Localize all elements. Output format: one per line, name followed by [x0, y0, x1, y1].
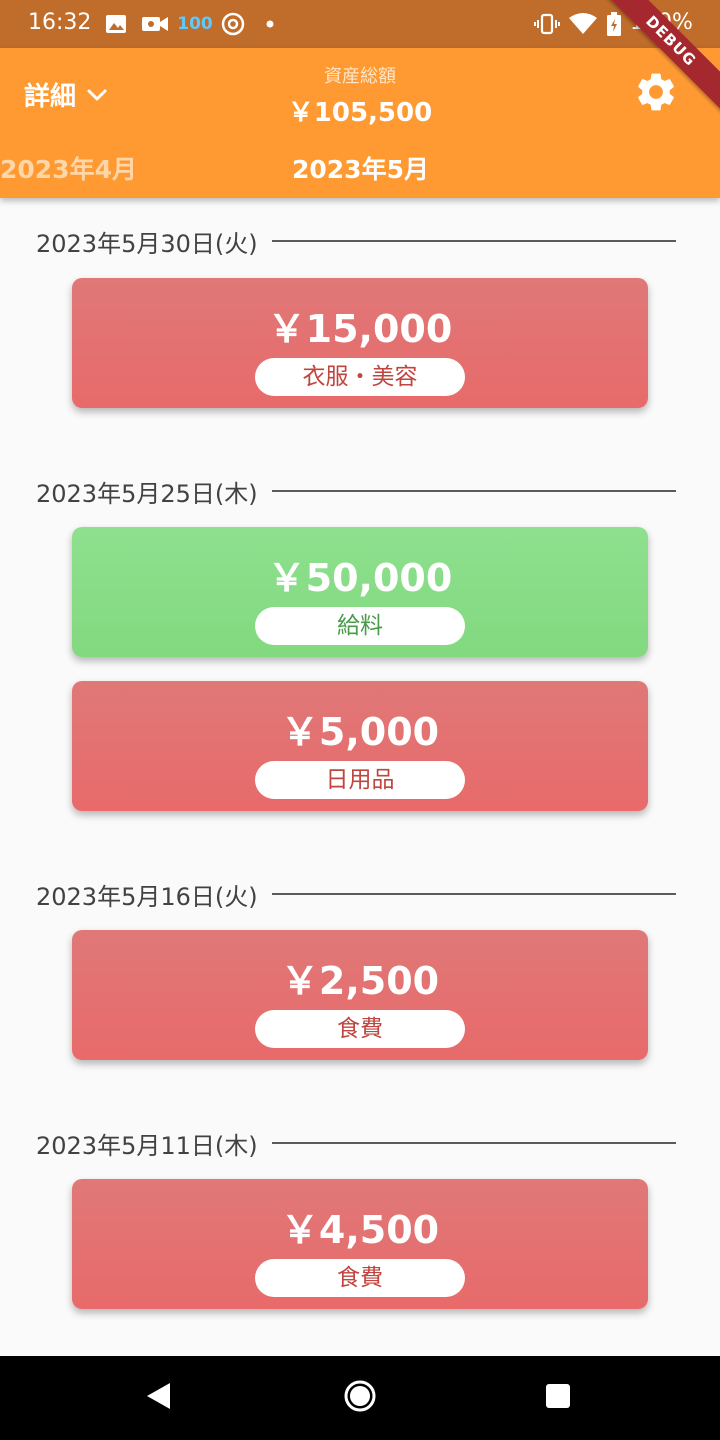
- status-time: 16:32: [28, 10, 92, 35]
- transaction-list[interactable]: 2023年5月30日(火) ￥15,000 衣服・美容 2023年5月25日(木…: [0, 198, 720, 1356]
- nav-home-button[interactable]: [338, 1376, 382, 1420]
- date-header: 2023年5月25日(木): [36, 474, 676, 508]
- divider: [271, 893, 676, 895]
- date-label: 2023年5月25日(木): [36, 479, 258, 508]
- tab-current-month[interactable]: 2023年5月: [292, 150, 429, 186]
- transaction-amount: ￥4,500: [280, 1208, 440, 1252]
- date-label: 2023年5月30日(火): [36, 229, 258, 258]
- status-bar: 16:32 100 100%: [0, 0, 720, 48]
- transaction-card[interactable]: ￥15,000 衣服・美容: [72, 278, 648, 408]
- transaction-amount: ￥50,000: [267, 556, 453, 600]
- transaction-card[interactable]: ￥4,500 食費: [72, 1179, 648, 1309]
- transaction-card[interactable]: ￥5,000 日用品: [72, 681, 648, 811]
- video-camera-icon: [140, 11, 170, 37]
- home-circle-icon: [343, 1379, 377, 1417]
- category-badge: 給料: [255, 607, 465, 645]
- notification-dot-icon: [264, 11, 276, 37]
- total-assets-value: ￥105,500: [287, 98, 433, 128]
- speed-badge-icon: 100: [177, 14, 213, 34]
- category-badge: 日用品: [255, 761, 465, 799]
- app-bar: 詳細 資産総額 ￥105,500 2023年4月 2023年5月: [0, 48, 720, 198]
- divider: [271, 1142, 676, 1144]
- date-header: 2023年5月11日(木): [36, 1126, 676, 1160]
- nav-back-button[interactable]: [136, 1376, 180, 1420]
- divider: [271, 240, 676, 242]
- settings-button[interactable]: [632, 70, 680, 118]
- category-badge: 食費: [255, 1010, 465, 1048]
- date-label: 2023年5月11日(木): [36, 1131, 258, 1160]
- gear-icon: [633, 69, 679, 119]
- nav-recents-button[interactable]: [536, 1376, 580, 1420]
- date-header: 2023年5月30日(火): [36, 224, 676, 258]
- gallery-icon: [104, 11, 128, 37]
- battery-icon: [606, 11, 622, 37]
- at-sign-icon: [220, 11, 246, 37]
- divider: [271, 490, 676, 492]
- transaction-card[interactable]: ￥50,000 給料: [72, 527, 648, 657]
- transaction-card[interactable]: ￥2,500 食費: [72, 930, 648, 1060]
- date-label: 2023年5月16日(火): [36, 882, 258, 911]
- system-nav-bar: [0, 1356, 720, 1440]
- vibrate-icon: [534, 11, 560, 37]
- transaction-amount: ￥2,500: [280, 959, 440, 1003]
- back-triangle-icon: [144, 1381, 172, 1415]
- transaction-amount: ￥15,000: [267, 307, 453, 351]
- transaction-amount: ￥5,000: [280, 710, 440, 754]
- wifi-icon: [568, 11, 598, 37]
- date-header: 2023年5月16日(火): [36, 877, 676, 911]
- tab-prev-month[interactable]: 2023年4月: [0, 150, 137, 186]
- recents-square-icon: [545, 1383, 571, 1413]
- category-badge: 食費: [255, 1259, 465, 1297]
- category-badge: 衣服・美容: [255, 358, 465, 396]
- total-assets-label: 資産総額: [324, 66, 396, 87]
